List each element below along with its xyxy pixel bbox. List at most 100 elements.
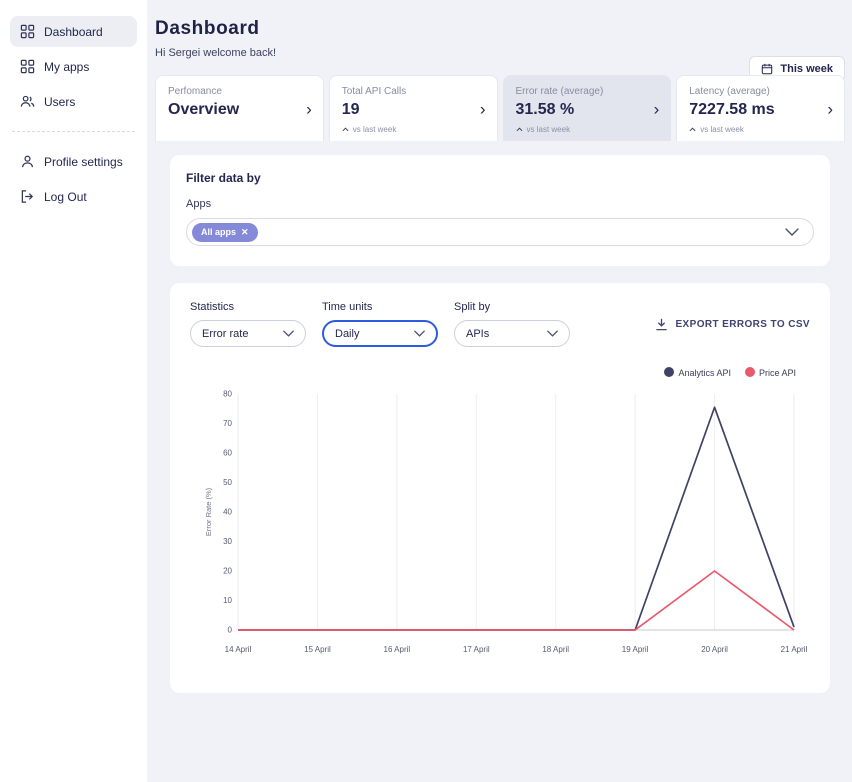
chevron-down-icon	[785, 228, 799, 236]
svg-text:15 April: 15 April	[304, 645, 331, 654]
svg-text:70: 70	[223, 419, 232, 428]
users-icon	[20, 94, 35, 109]
page-title: Dashboard	[155, 18, 845, 40]
stat-card-delta: vs last week	[516, 125, 645, 134]
sidebar-item-log-out[interactable]: Log Out	[10, 181, 137, 212]
time-units-dropdown-value: Daily	[335, 328, 359, 340]
svg-text:21 April: 21 April	[781, 645, 808, 654]
svg-text:14 April: 14 April	[225, 645, 252, 654]
app-root: Dashboard My apps Users Profile settings	[0, 0, 852, 782]
download-icon	[655, 318, 668, 331]
chevron-right-icon: ›	[827, 100, 833, 117]
all-apps-chip[interactable]: All apps ✕	[192, 223, 258, 242]
split-by-label: Split by	[454, 301, 570, 313]
stat-card-delta-label: vs last week	[527, 125, 571, 134]
chevron-down-icon	[414, 330, 425, 337]
chart-controls: Statistics Error rate Time units Daily S…	[190, 301, 810, 347]
chevron-right-icon: ›	[480, 100, 486, 117]
chevron-right-icon: ›	[654, 100, 660, 117]
stat-card-error-rate[interactable]: Error rate (average) 31.58 % vs last wee…	[503, 75, 672, 141]
chevron-down-icon	[283, 330, 294, 337]
svg-text:50: 50	[223, 478, 232, 487]
sidebar-item-my-apps[interactable]: My apps	[10, 51, 137, 82]
sidebar-divider	[12, 131, 135, 132]
legend-dot-icon	[745, 367, 755, 377]
stat-card-delta: vs last week	[342, 125, 471, 134]
welcome-subtitle: Hi Sergei welcome back!	[155, 47, 845, 59]
time-units-label: Time units	[322, 301, 438, 313]
chart-panel: Statistics Error rate Time units Daily S…	[170, 283, 830, 693]
statistics-dropdown-value: Error rate	[202, 328, 248, 340]
stat-card-label: Error rate (average)	[516, 86, 645, 97]
error-rate-chart: Error Rate (%) 14 April 15 April 16 April 17…	[190, 382, 810, 667]
time-units-control: Time units Daily	[322, 301, 438, 347]
period-selector-label: This week	[780, 63, 833, 75]
logout-icon	[20, 189, 35, 204]
sidebar-item-label: Dashboard	[44, 25, 103, 39]
svg-text:0: 0	[228, 626, 233, 635]
stat-card-delta-label: vs last week	[700, 125, 744, 134]
sidebar-item-users[interactable]: Users	[10, 86, 137, 117]
legend-item[interactable]: Analytics API	[664, 367, 731, 378]
svg-text:17 April: 17 April	[463, 645, 490, 654]
svg-text:16 April: 16 April	[384, 645, 411, 654]
user-icon	[20, 154, 35, 169]
calendar-icon	[761, 63, 773, 75]
svg-text:30: 30	[223, 537, 232, 546]
chip-close-icon[interactable]: ✕	[241, 227, 249, 238]
sidebar-item-label: My apps	[44, 60, 89, 74]
svg-text:20 April: 20 April	[701, 645, 728, 654]
svg-text:60: 60	[223, 449, 232, 458]
svg-text:80: 80	[223, 390, 232, 399]
filter-panel-title: Filter data by	[186, 171, 814, 185]
apps-filter-label: Apps	[186, 198, 814, 210]
sidebar-item-profile-settings[interactable]: Profile settings	[10, 146, 137, 177]
stat-card-label: Latency (average)	[689, 86, 818, 97]
split-by-dropdown-value: APIs	[466, 328, 489, 340]
caret-up-icon	[689, 127, 696, 132]
stat-card-value: Overview	[168, 101, 297, 119]
chevron-down-icon	[547, 330, 558, 337]
statistics-control: Statistics Error rate	[190, 301, 306, 347]
legend-item[interactable]: Price API	[745, 367, 796, 378]
stat-card-value: 7227.58 ms	[689, 101, 818, 119]
sidebar-item-label: Users	[44, 95, 75, 109]
statistics-dropdown[interactable]: Error rate	[190, 320, 306, 347]
all-apps-chip-label: All apps	[201, 227, 236, 237]
stat-card-delta: vs last week	[689, 125, 818, 134]
sidebar-item-dashboard[interactable]: Dashboard	[10, 16, 137, 47]
stat-card-performance[interactable]: Perfomance Overview ›	[155, 75, 324, 141]
filter-panel: Filter data by Apps All apps ✕	[170, 155, 830, 266]
caret-up-icon	[342, 127, 349, 132]
stat-card-delta-label: vs last week	[353, 125, 397, 134]
stat-card-label: Total API Calls	[342, 86, 471, 97]
grid-icon	[20, 24, 35, 39]
caret-up-icon	[516, 127, 523, 132]
chart-legend: Analytics API Price API	[190, 367, 810, 378]
statistics-label: Statistics	[190, 301, 306, 313]
legend-dot-icon	[664, 367, 674, 377]
export-errors-csv-button[interactable]: EXPORT ERRORS TO CSV	[655, 318, 810, 331]
stat-card-total-api-calls[interactable]: Total API Calls 19 vs last week ›	[329, 75, 498, 141]
stat-card-label: Perfomance	[168, 86, 297, 97]
stat-card-value: 19	[342, 101, 471, 119]
stat-cards-row: Perfomance Overview › Total API Calls 19…	[155, 75, 845, 141]
svg-text:40: 40	[223, 508, 232, 517]
svg-text:10: 10	[223, 596, 232, 605]
sidebar-item-label: Profile settings	[44, 155, 123, 169]
grid-icon	[20, 59, 35, 74]
svg-text:20: 20	[223, 567, 232, 576]
time-units-dropdown[interactable]: Daily	[322, 320, 438, 347]
split-by-dropdown[interactable]: APIs	[454, 320, 570, 347]
export-errors-csv-label: EXPORT ERRORS TO CSV	[675, 319, 810, 330]
sidebar-item-label: Log Out	[44, 190, 87, 204]
apps-filter-select[interactable]: All apps ✕	[186, 218, 814, 246]
stat-card-value: 31.58 %	[516, 101, 645, 119]
stat-card-latency[interactable]: Latency (average) 7227.58 ms vs last wee…	[676, 75, 845, 141]
svg-text:Error Rate (%): Error Rate (%)	[204, 487, 213, 536]
svg-text:18 April: 18 April	[542, 645, 569, 654]
svg-text:19 April: 19 April	[622, 645, 649, 654]
split-by-control: Split by APIs	[454, 301, 570, 347]
chevron-right-icon: ›	[306, 100, 312, 117]
main-content: Dashboard Hi Sergei welcome back! This w…	[147, 0, 852, 782]
